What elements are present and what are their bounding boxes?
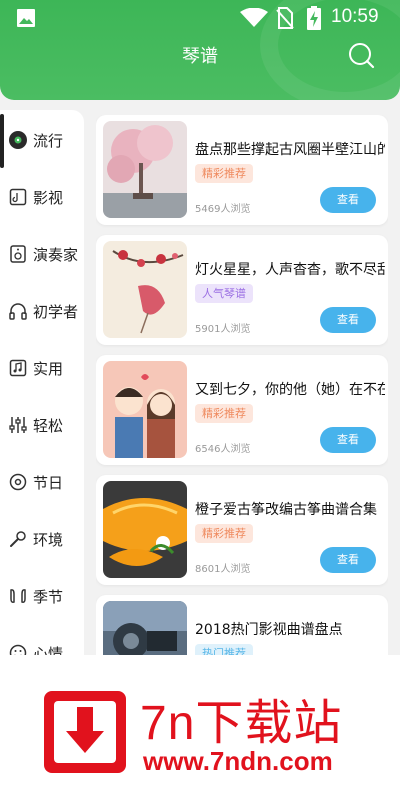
wifi-icon	[240, 8, 268, 27]
card-tag: 精彩推荐	[195, 404, 253, 423]
thumbnail-image	[103, 481, 187, 578]
sidebar-item-label: 流行	[33, 131, 64, 150]
card-title: 2018热门影视曲谱盘点	[195, 622, 343, 638]
card-title: 灯火星星，人声杳杳，歌不尽乱	[195, 262, 385, 278]
category-sidebar: 流行 影视 演奏家 初学者 实用 轻松 节日 环境 季节 心情	[0, 110, 84, 655]
card-tag: 热门推荐	[195, 644, 253, 655]
thumbnail-image	[103, 601, 187, 655]
sidebar-item-film[interactable]: 影视	[0, 177, 84, 217]
sidebar-item-label: 初学者	[33, 302, 79, 321]
sidebar-item-label: 季节	[33, 587, 64, 606]
card-tag: 精彩推荐	[195, 524, 253, 543]
view-count: 5901人浏览	[195, 324, 251, 335]
sidebar-item-label: 影视	[33, 188, 64, 207]
sidebar-item-label: 实用	[33, 359, 64, 378]
sidebar-item-pop[interactable]: 流行	[0, 120, 84, 160]
list-item[interactable]: 又到七夕，你的他（她）在不在 精彩推荐 6546人浏览 查看	[96, 355, 388, 465]
smiley-icon	[8, 643, 28, 655]
page-title: 琴谱	[182, 46, 218, 67]
sidebar-item-label: 环境	[33, 530, 64, 549]
sidebar-item-season[interactable]: 季节	[0, 576, 84, 616]
view-button[interactable]: 查看	[320, 187, 376, 213]
sidebar-item-environment[interactable]: 环境	[0, 519, 84, 559]
image-notification-icon	[17, 9, 35, 27]
no-sim-icon	[276, 7, 294, 29]
view-count: 5469人浏览	[195, 204, 251, 215]
view-count: 6546人浏览	[195, 444, 251, 455]
microphone-icon	[8, 529, 28, 549]
card-title: 橙子爱古筝改编古筝曲谱合集	[195, 502, 377, 518]
equalizer-icon	[8, 415, 28, 435]
sidebar-item-label: 轻松	[33, 416, 64, 435]
sidebar-item-relax[interactable]: 轻松	[0, 405, 84, 445]
sidebar-item-label: 节日	[33, 473, 64, 492]
app-header: 10:59 琴谱	[0, 0, 400, 100]
thumbnail-image	[103, 241, 187, 338]
search-icon[interactable]	[347, 41, 375, 69]
film-icon	[8, 187, 28, 207]
card-tag: 人气琴谱	[195, 284, 253, 303]
list-item[interactable]: 盘点那些撑起古风圈半壁江山的 精彩推荐 5469人浏览 查看	[96, 115, 388, 225]
vinyl-icon	[8, 130, 28, 150]
status-bar: 10:59	[0, 0, 400, 36]
sidebar-item-festival[interactable]: 节日	[0, 462, 84, 502]
card-title: 盘点那些撑起古风圈半壁江山的	[195, 142, 385, 158]
thumbnail-image	[103, 121, 187, 218]
list-item[interactable]: 2018热门影视曲谱盘点 热门推荐	[96, 595, 388, 655]
thumbnail-image	[103, 361, 187, 458]
view-button[interactable]: 查看	[320, 547, 376, 573]
music-note-icon	[8, 358, 28, 378]
download-logo-icon	[44, 691, 126, 773]
ad-brand-name: 7n下载站	[140, 697, 343, 750]
earphones-icon	[8, 586, 28, 606]
battery-charging-icon	[307, 6, 321, 30]
disc-icon	[8, 472, 28, 492]
sidebar-item-label: 演奏家	[33, 245, 79, 264]
view-button[interactable]: 查看	[320, 427, 376, 453]
status-time: 10:59	[331, 6, 379, 27]
view-count: 8601人浏览	[195, 564, 251, 575]
headphones-icon	[8, 301, 28, 321]
list-item[interactable]: 灯火星星，人声杳杳，歌不尽乱 人气琴谱 5901人浏览 查看	[96, 235, 388, 345]
view-button[interactable]: 查看	[320, 307, 376, 333]
sidebar-item-label: 心情	[33, 644, 64, 656]
sidebar-item-mood[interactable]: 心情	[0, 633, 84, 655]
sidebar-item-practical[interactable]: 实用	[0, 348, 84, 388]
speaker-icon	[8, 244, 28, 264]
card-title: 又到七夕，你的他（她）在不在	[195, 382, 385, 398]
card-tag: 精彩推荐	[195, 164, 253, 183]
ad-url: www.7ndn.com	[143, 746, 333, 776]
sidebar-item-beginner[interactable]: 初学者	[0, 291, 84, 331]
list-item[interactable]: 橙子爱古筝改编古筝曲谱合集 精彩推荐 8601人浏览 查看	[96, 475, 388, 585]
sheet-music-feed[interactable]: 盘点那些撑起古风圈半壁江山的 精彩推荐 5469人浏览 查看 灯火星星，人声杳杳…	[96, 115, 388, 655]
sidebar-item-performer[interactable]: 演奏家	[0, 234, 84, 274]
